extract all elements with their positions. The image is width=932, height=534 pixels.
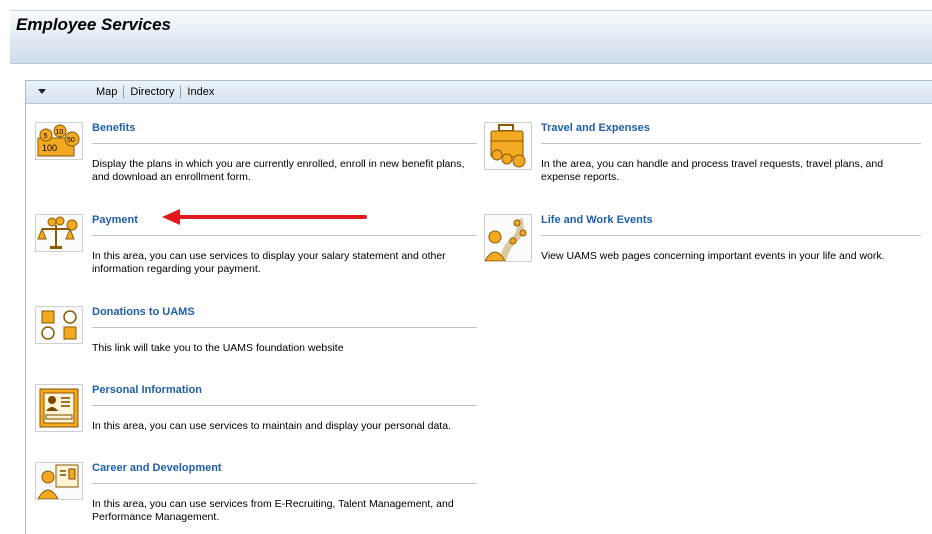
- service-life-work-events: Life and Work Events View UAMS web pages…: [484, 214, 924, 274]
- coin-5-label: 5: [44, 133, 48, 140]
- payment-description: In this area, you can use services to di…: [92, 250, 446, 275]
- header-sub-bar: [10, 38, 932, 63]
- coin-10-label: 10: [56, 129, 64, 136]
- benefits-description: Display the plans in which you are curre…: [92, 158, 465, 183]
- id-card-icon[interactable]: [35, 384, 83, 432]
- title-rule: [92, 405, 477, 406]
- personal-information-link[interactable]: Personal Information: [92, 384, 202, 396]
- donations-description: This link will take you to the UAMS foun…: [92, 342, 344, 354]
- career-development-link[interactable]: Career and Development: [92, 462, 222, 474]
- benefits-coins-icon[interactable]: 100 5 10 50: [35, 122, 83, 160]
- service-personal-information: Personal Information In this area, you c…: [35, 384, 477, 444]
- collapse-triangle-icon[interactable]: [38, 89, 46, 94]
- suitcase-icon[interactable]: [484, 122, 532, 170]
- header-divider: [10, 63, 932, 64]
- service-travel-expenses: Travel and Expenses In the area, you can…: [484, 122, 924, 192]
- donations-link[interactable]: Donations to UAMS: [92, 306, 195, 318]
- title-rule: [541, 235, 921, 236]
- bill-100-label: 100: [42, 143, 57, 153]
- personal-information-description: In this area, you can use services to ma…: [92, 420, 451, 432]
- service-benefits: 100 5 10 50 Benefits Display the plans i…: [35, 122, 477, 192]
- service-donations: Donations to UAMS This link will take yo…: [35, 306, 477, 366]
- payment-scale-icon[interactable]: [35, 214, 83, 252]
- title-rule: [541, 143, 921, 144]
- annotation-arrow-icon: [162, 209, 367, 225]
- title-rule: [92, 327, 477, 328]
- service-career-development: Career and Development In this area, you…: [35, 462, 477, 532]
- travel-expenses-description: In the area, you can handle and process …: [541, 158, 884, 183]
- view-tabs: Map Directory Index: [90, 85, 220, 99]
- title-rule: [92, 143, 477, 144]
- career-person-icon[interactable]: [35, 462, 83, 500]
- tab-map[interactable]: Map: [90, 86, 123, 98]
- donations-shapes-icon[interactable]: [35, 306, 83, 344]
- title-rule: [92, 483, 477, 484]
- travel-expenses-link[interactable]: Travel and Expenses: [541, 122, 650, 134]
- tab-directory[interactable]: Directory: [124, 86, 180, 98]
- life-work-events-description: View UAMS web pages concerning important…: [541, 250, 885, 262]
- coin-50-label: 50: [67, 137, 75, 144]
- life-work-events-link[interactable]: Life and Work Events: [541, 214, 653, 226]
- page-title: Employee Services: [16, 15, 171, 34]
- benefits-link[interactable]: Benefits: [92, 122, 135, 134]
- tray-header: Map Directory Index: [26, 81, 932, 104]
- life-events-icon[interactable]: [484, 214, 532, 262]
- payment-link[interactable]: Payment: [92, 214, 138, 226]
- tab-index[interactable]: Index: [181, 86, 220, 98]
- title-rule: [92, 235, 477, 236]
- career-development-description: In this area, you can use services from …: [92, 498, 454, 523]
- page-header: Employee Services: [10, 10, 932, 39]
